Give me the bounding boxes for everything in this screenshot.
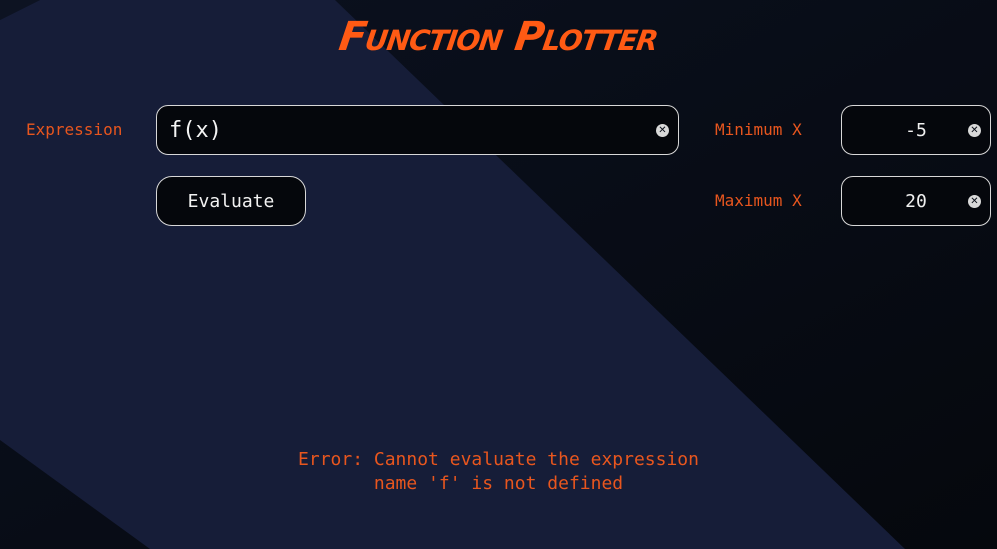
expression-input[interactable] (169, 117, 678, 143)
clear-icon[interactable]: ✕ (968, 124, 981, 137)
min-x-field[interactable]: ✕ (841, 105, 991, 155)
evaluate-button[interactable]: Evaluate (156, 176, 306, 226)
error-line-1: Error: Cannot evaluate the expression (298, 449, 699, 470)
error-line-2: name 'f' is not defined (373, 473, 624, 494)
min-x-label: Minimum X (715, 120, 802, 139)
error-message: Error: Cannot evaluate the expression na… (0, 448, 997, 496)
max-x-label: Maximum X (715, 191, 802, 210)
expression-field[interactable]: ✕ (156, 105, 679, 155)
clear-icon[interactable]: ✕ (968, 195, 981, 208)
max-x-field[interactable]: ✕ (841, 176, 991, 226)
expression-label: Expression (26, 120, 123, 139)
clear-icon[interactable]: ✕ (656, 124, 669, 137)
app-title: Function Plotter (336, 14, 661, 60)
